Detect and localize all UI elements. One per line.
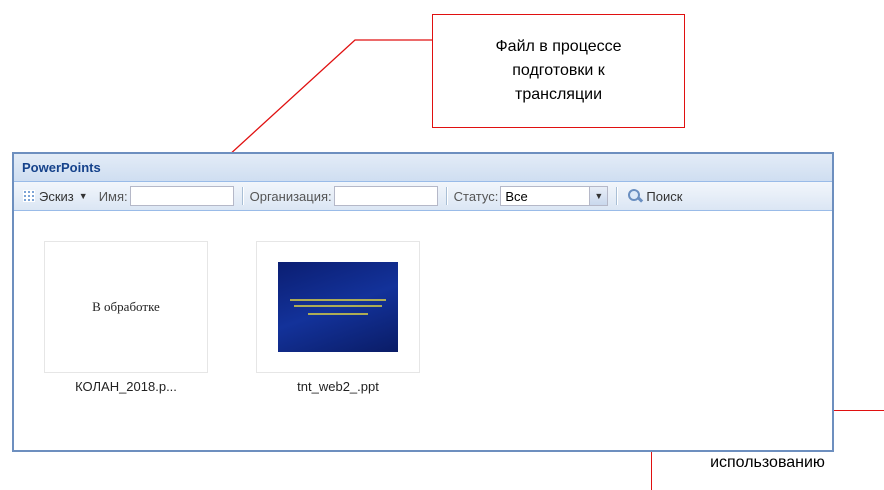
toolbar-separator [616, 187, 619, 205]
panel-title: PowerPoints [22, 160, 101, 175]
view-mode-button[interactable]: Эскиз ▼ [20, 187, 91, 206]
search-icon [628, 189, 644, 203]
toolbar: Эскиз ▼ Имя: Организация: Статус: Все ▼ … [14, 182, 832, 211]
presentation-thumbnail[interactable] [256, 241, 420, 373]
presentation-filename: tnt_web2_.ppt [297, 379, 379, 394]
processing-status-text: В обработке [92, 299, 160, 314]
status-select[interactable]: Все ▼ [500, 186, 609, 206]
dropdown-arrow-icon[interactable]: ▼ [589, 187, 608, 205]
presentation-item-ready[interactable]: tnt_web2_.ppt [256, 241, 420, 394]
name-label: Имя: [98, 188, 128, 204]
toolbar-separator [241, 187, 244, 205]
slide-preview-image [278, 262, 398, 352]
presentation-list: В обработке КОЛАН_2018.p... tnt_web2_.pp… [14, 211, 832, 450]
organization-label: Организация: [249, 188, 332, 204]
search-button[interactable]: Поиск [628, 189, 682, 204]
name-input[interactable] [129, 186, 234, 206]
powerpoints-panel: PowerPoints Эскиз ▼ Имя: Организация: Ст… [12, 152, 834, 452]
search-button-label: Поиск [646, 188, 683, 204]
toolbar-separator [445, 187, 448, 205]
callout-processing: Файл в процессе подготовки к трансляции [432, 14, 685, 128]
panel-header: PowerPoints [14, 154, 832, 182]
thumbnail-grid-icon [23, 190, 35, 202]
status-select-value: Все [505, 188, 528, 204]
view-mode-label: Эскиз [39, 188, 74, 204]
presentation-thumbnail[interactable]: В обработке [44, 241, 208, 373]
chevron-down-icon: ▼ [78, 191, 88, 201]
presentation-item-processing[interactable]: В обработке КОЛАН_2018.p... [44, 241, 208, 394]
presentation-filename: КОЛАН_2018.p... [75, 379, 177, 394]
organization-input[interactable] [333, 186, 438, 206]
status-label: Статус: [453, 188, 499, 204]
